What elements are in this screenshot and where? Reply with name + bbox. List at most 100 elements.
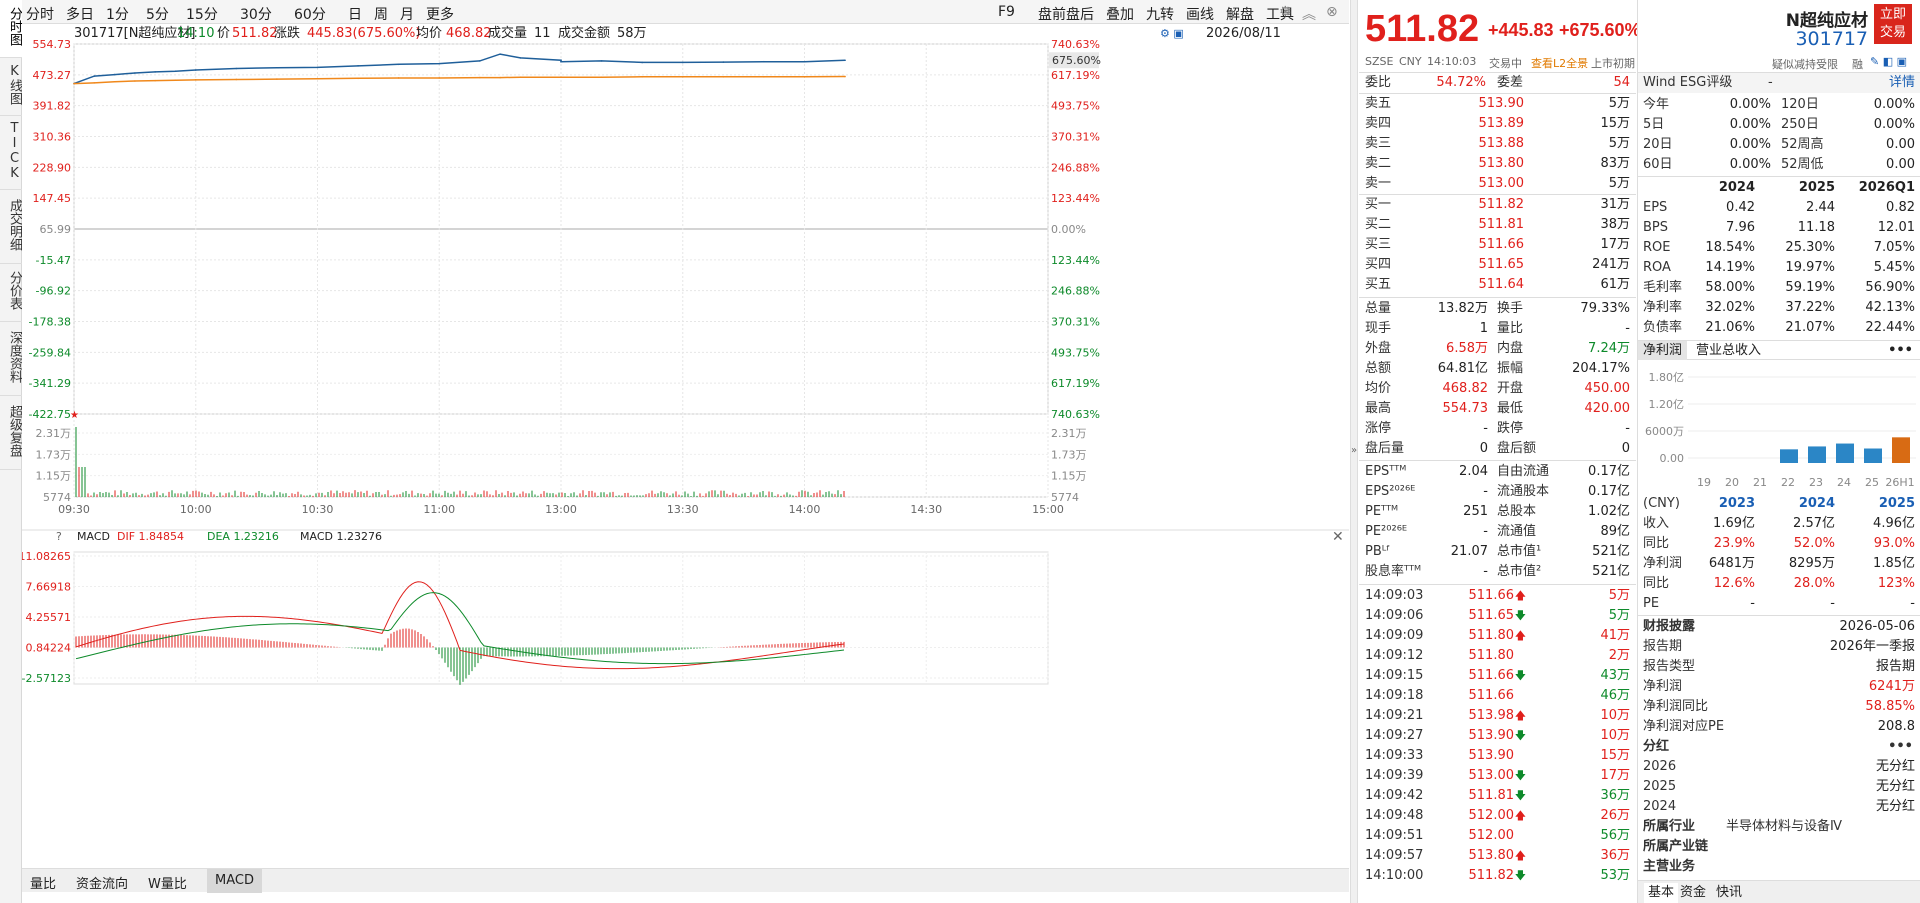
profit-bar[interactable] xyxy=(1780,449,1798,463)
period-tab-10[interactable]: 更多 xyxy=(426,4,454,24)
period-tab-0[interactable]: 分时 xyxy=(26,4,54,24)
stat-row: 涨停 - 跌停 - xyxy=(1359,419,1636,439)
trade-button[interactable]: 立即交易 xyxy=(1874,4,1912,44)
period-tab-3[interactable]: 5分 xyxy=(146,4,169,24)
rail-item-3[interactable]: 成交明细 xyxy=(0,190,22,264)
valuation-value: 89亿 xyxy=(1600,524,1630,539)
dividend-row: 2025 无分红 xyxy=(1638,777,1920,797)
tick-volume: 15万 xyxy=(1600,748,1630,763)
profit-bar[interactable] xyxy=(1892,437,1910,463)
rail-item-6[interactable]: 超级复盘 xyxy=(0,396,22,470)
rail-item-5[interactable]: 深度资料 xyxy=(0,322,22,396)
indicator-tab-3[interactable]: MACD xyxy=(207,869,262,893)
asks-row[interactable]: 卖四 513.89 15万 xyxy=(1359,114,1636,134)
rev-label: PE xyxy=(1643,596,1660,611)
panel-splitter[interactable]: » xyxy=(1350,0,1358,903)
tool-btn-3[interactable]: 九转 xyxy=(1146,4,1174,24)
price-chart[interactable]: 554.73 740.63% 473.27 617.19% 391.82 493.75% 3… xyxy=(22,24,1349,867)
asks-row[interactable]: 卖三 513.88 5万 xyxy=(1359,134,1636,154)
bids-row[interactable]: 买五 511.64 61万 xyxy=(1359,275,1636,295)
valuation-value: - xyxy=(1483,484,1488,499)
rail-item-1[interactable]: K线图 xyxy=(0,58,22,116)
pct-axis-label: 123.44% xyxy=(1051,192,1100,205)
pct-axis-label: 0.00% xyxy=(1051,223,1086,236)
collapse-up-icon[interactable]: ︽ xyxy=(1302,4,1316,24)
macd-close-icon[interactable]: ✕ xyxy=(1332,529,1344,545)
rev-row: PE - - - xyxy=(1638,594,1920,614)
edit-icons[interactable]: ✎ ◧ ▣ xyxy=(1870,55,1907,68)
dividend-title: 分红 xyxy=(1643,739,1670,754)
asks-volume: 15万 xyxy=(1600,116,1630,131)
bids-row[interactable]: 买二 511.81 38万 xyxy=(1359,215,1636,235)
disclosure-title: 财报披露 xyxy=(1643,619,1696,634)
indicator-tab-1[interactable]: 资金流向 xyxy=(76,873,128,892)
period-tab-7[interactable]: 日 xyxy=(348,4,362,24)
valuation-value: 251 xyxy=(1463,504,1488,519)
tab-revenue[interactable]: 营业总收入 xyxy=(1696,341,1761,361)
valuation-value: - xyxy=(1483,564,1488,579)
series-point-1 xyxy=(357,77,359,80)
rail-item-2[interactable]: TICK xyxy=(0,116,22,190)
period-tab-1[interactable]: 多日 xyxy=(66,4,94,24)
period-tab-9[interactable]: 月 xyxy=(400,4,414,24)
period-tab-2[interactable]: 1分 xyxy=(106,4,129,24)
profit-bar[interactable] xyxy=(1836,443,1854,463)
tick-volume: 41万 xyxy=(1600,628,1630,643)
tool-btn-5[interactable]: 解盘 xyxy=(1226,4,1254,24)
asks-row[interactable]: 卖二 513.80 83万 xyxy=(1359,154,1636,174)
period-tab-8[interactable]: 周 xyxy=(374,4,388,24)
stat-value: 64.81亿 xyxy=(1437,361,1488,376)
indicator-tab-0[interactable]: 量比 xyxy=(30,873,56,892)
l2-link[interactable]: 查看L2全景 xyxy=(1531,55,1588,71)
tool-btn-2[interactable]: 叠加 xyxy=(1106,4,1134,24)
stat-value: 1 xyxy=(1479,321,1488,336)
industry-value[interactable]: 半导体材料与设备Ⅳ xyxy=(1726,817,1842,837)
tool-btn-0[interactable]: F9 xyxy=(998,4,1015,20)
profit-axis-label: 6000万 xyxy=(1645,425,1684,438)
rev-value: 28.0% xyxy=(1793,576,1835,591)
bids-row[interactable]: 买一 511.82 31万 xyxy=(1359,195,1636,215)
rev-value: 123% xyxy=(1877,576,1915,591)
asks-row[interactable]: 卖一 513.00 5万 xyxy=(1359,174,1636,194)
asks-row[interactable]: 卖五 513.90 5万 xyxy=(1359,94,1636,114)
profit-bar[interactable] xyxy=(1864,448,1882,463)
macd-help-icon[interactable]: ? xyxy=(56,530,62,543)
rail-item-4[interactable]: 分价表 xyxy=(0,264,22,322)
info-tab-2[interactable]: 快讯 xyxy=(1716,883,1742,903)
valuation-row: PE²⁰²⁶ᴱ - 流通值 89亿 xyxy=(1359,522,1636,542)
industry-row: 所属行业 半导体材料与设备Ⅳ xyxy=(1638,817,1920,837)
tick-row: 14:09:12 511.80 2万 xyxy=(1359,646,1636,666)
bids-row[interactable]: 买四 511.65 241万 xyxy=(1359,255,1636,275)
tick-time: 14:09:09 xyxy=(1365,628,1424,643)
tab-net-profit[interactable]: 净利润 xyxy=(1638,341,1688,360)
series-point-1 xyxy=(438,77,441,79)
esg-detail-link[interactable]: 详情 xyxy=(1889,73,1915,93)
bids-row[interactable]: 买三 511.66 17万 xyxy=(1359,235,1636,255)
valuation-label: 总股本 xyxy=(1497,504,1537,519)
dividend-more-icon[interactable]: ••• xyxy=(1888,737,1913,757)
settings-icon[interactable]: ⚙ xyxy=(1279,4,1292,20)
report-row: 净利润同比 58.85% xyxy=(1638,697,1920,717)
collapse-arrow-icon[interactable]: » xyxy=(1351,445,1357,456)
info-tab-0[interactable]: 基本 xyxy=(1644,883,1679,903)
rail-item-0[interactable]: 分时图 xyxy=(0,0,22,58)
period-tab-4[interactable]: 15分 xyxy=(186,4,218,24)
more-icon[interactable]: ••• xyxy=(1888,341,1913,361)
fin-row: BPS 7.96 11.18 12.01 xyxy=(1638,218,1920,238)
tool-btn-1[interactable]: 盘前盘后 xyxy=(1038,4,1094,24)
fin-value: 21.06% xyxy=(1705,320,1755,335)
tool-btn-4[interactable]: 画线 xyxy=(1186,4,1214,24)
tick-price: 512.00 xyxy=(1468,808,1515,823)
close-icon[interactable]: ⊗ xyxy=(1326,4,1338,20)
info-tab-1[interactable]: 资金 xyxy=(1680,883,1706,903)
asks-price: 513.80 xyxy=(1478,156,1525,171)
stat-value: 0 xyxy=(1479,441,1488,456)
series-point-1 xyxy=(479,76,481,79)
profit-bar[interactable] xyxy=(1808,446,1826,463)
time-axis-label: 13:00 xyxy=(545,503,577,516)
period-tab-6[interactable]: 60分 xyxy=(294,4,326,24)
stat-value: 204.17% xyxy=(1572,361,1630,376)
tick-row: 14:09:27 513.90 🡇 10万 xyxy=(1359,726,1636,746)
period-tab-5[interactable]: 30分 xyxy=(240,4,272,24)
indicator-tab-2[interactable]: W量比 xyxy=(148,873,187,892)
